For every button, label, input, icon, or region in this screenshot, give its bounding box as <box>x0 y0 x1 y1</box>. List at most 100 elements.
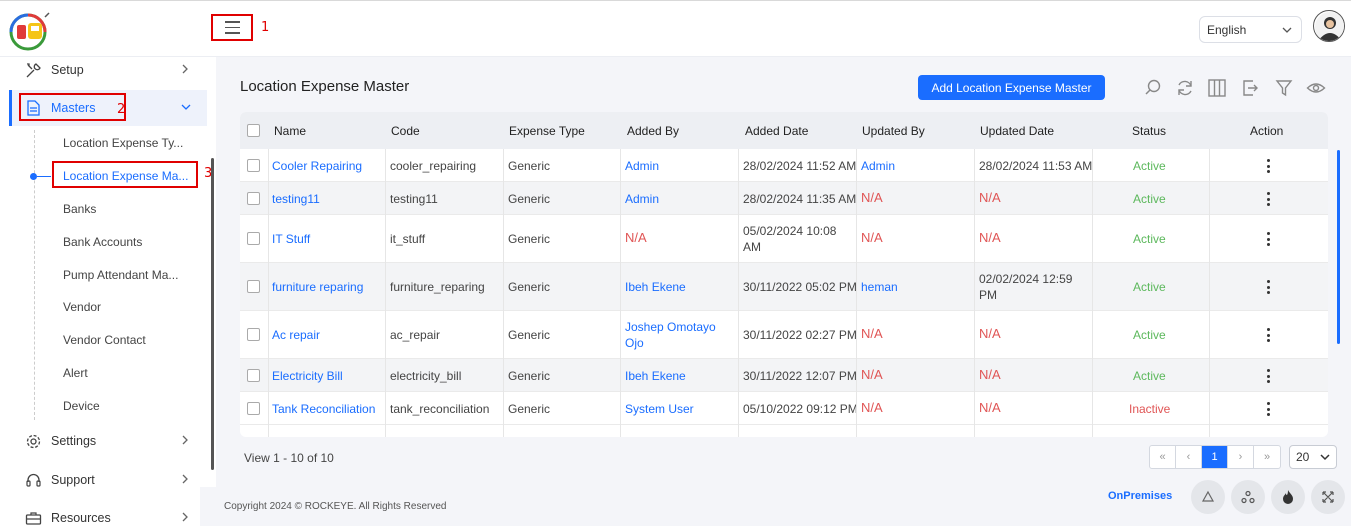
cell-updated-date: N/A <box>979 326 1001 341</box>
sidebar-item-support[interactable]: Support <box>0 465 205 495</box>
language-select[interactable]: English <box>1199 16 1302 43</box>
search-icon[interactable] <box>1143 78 1163 98</box>
cell-added-date: 28/02/2024 11:52 AM <box>743 159 857 173</box>
cell-expense-type: Generic <box>508 280 551 294</box>
column-header-added-date[interactable]: Added Date <box>745 124 808 138</box>
status-badge: Active <box>1133 192 1166 206</box>
column-header-updated-by[interactable]: Updated By <box>862 124 925 138</box>
cell-added-by[interactable]: Admin <box>625 191 659 207</box>
cell-added-by[interactable]: Admin <box>625 158 659 174</box>
submenu-bank-accounts[interactable]: Bank Accounts <box>63 235 142 249</box>
cell-code: testing11 <box>390 192 438 206</box>
app-logo[interactable] <box>7 9 51 53</box>
row-checkbox[interactable] <box>247 280 260 293</box>
status-badge: Active <box>1133 328 1166 342</box>
cell-name[interactable]: furniture reparing <box>272 279 363 295</box>
cell-updated-by[interactable]: heman <box>861 279 898 295</box>
expand-icon <box>1322 491 1334 503</box>
cell-name[interactable]: IT Stuff <box>272 231 310 247</box>
table-row: furniture reparing furniture_reparing Ge… <box>240 263 1328 311</box>
submenu-location-expense-type[interactable]: Location Expense Ty... <box>63 136 183 150</box>
select-all-checkbox[interactable] <box>247 124 260 137</box>
row-actions-menu[interactable] <box>1263 192 1273 206</box>
menu-toggle-button[interactable] <box>211 14 253 41</box>
column-header-name[interactable]: Name <box>274 124 306 138</box>
headset-icon <box>24 471 42 489</box>
submenu-pump-attendant[interactable]: Pump Attendant Ma... <box>63 268 178 282</box>
prev-page-button[interactable]: ‹ <box>1176 446 1202 468</box>
row-actions-menu[interactable] <box>1263 328 1273 342</box>
row-checkbox[interactable] <box>247 328 260 341</box>
chevron-right-icon <box>182 474 188 484</box>
language-value: English <box>1207 23 1247 37</box>
cell-added-date: 30/11/2022 12:07 PM <box>743 369 857 383</box>
cell-updated-by[interactable]: Admin <box>861 158 895 174</box>
status-badge: Inactive <box>1129 402 1171 416</box>
cell-name[interactable]: Electricity Bill <box>272 368 343 384</box>
row-actions-menu[interactable] <box>1263 369 1273 383</box>
row-actions-menu[interactable] <box>1263 159 1273 173</box>
row-checkbox[interactable] <box>247 159 260 172</box>
row-checkbox[interactable] <box>247 369 260 382</box>
submenu-device[interactable]: Device <box>63 399 100 413</box>
cell-name[interactable]: Cooler Repairing <box>272 158 362 174</box>
column-divider <box>738 149 739 437</box>
row-checkbox[interactable] <box>247 232 260 245</box>
deployment-mode-label: OnPremises <box>1108 490 1173 502</box>
last-page-button[interactable]: » <box>1254 446 1280 468</box>
row-checkbox[interactable] <box>247 402 260 415</box>
hot-features-button[interactable] <box>1271 480 1305 514</box>
user-avatar[interactable] <box>1313 10 1345 42</box>
columns-icon[interactable] <box>1207 78 1227 98</box>
submenu-alert[interactable]: Alert <box>63 366 88 380</box>
table-scrollbar[interactable] <box>1337 150 1340 344</box>
sidebar-item-resources[interactable]: Resources <box>0 503 205 526</box>
fullscreen-button[interactable] <box>1311 480 1345 514</box>
page-number-button[interactable]: 1 <box>1202 446 1228 468</box>
integrations-button[interactable] <box>1231 480 1265 514</box>
briefcase-icon <box>24 509 42 526</box>
submenu-vendor-contact[interactable]: Vendor Contact <box>63 333 146 347</box>
column-header-updated-date[interactable]: Updated Date <box>980 124 1054 138</box>
column-divider <box>268 149 269 437</box>
page-size-select[interactable]: 20 <box>1289 445 1337 469</box>
submenu-banks[interactable]: Banks <box>63 202 96 216</box>
cell-code: ac_repair <box>390 328 441 342</box>
cell-added-by[interactable]: System User <box>625 401 694 417</box>
row-actions-menu[interactable] <box>1263 402 1273 416</box>
column-header-status[interactable]: Status <box>1132 124 1166 138</box>
cell-name[interactable]: Ac repair <box>272 327 320 343</box>
active-indicator <box>30 173 37 180</box>
cell-name[interactable]: testing11 <box>272 191 320 207</box>
filter-icon[interactable] <box>1274 78 1294 98</box>
cell-updated-date: N/A <box>979 367 1001 382</box>
column-header-code[interactable]: Code <box>391 124 420 138</box>
column-header-expense-type[interactable]: Expense Type <box>509 124 585 138</box>
sidebar-scrollbar[interactable] <box>211 158 214 470</box>
row-actions-menu[interactable] <box>1263 280 1273 294</box>
sidebar: Setup Masters Settings Support Resources <box>0 57 216 526</box>
column-header-added-by[interactable]: Added By <box>627 124 679 138</box>
add-location-expense-master-button[interactable]: Add Location Expense Master <box>918 75 1105 100</box>
first-page-button[interactable]: « <box>1150 446 1176 468</box>
eye-icon[interactable] <box>1306 78 1326 98</box>
row-actions-menu[interactable] <box>1263 232 1273 246</box>
annotation-box-masters <box>19 93 126 121</box>
status-badge: Active <box>1133 232 1166 246</box>
cell-added-by[interactable]: Ibeh Ekene <box>625 279 686 295</box>
sidebar-item-settings[interactable]: Settings <box>0 426 205 456</box>
column-divider <box>503 149 504 437</box>
cell-added-by[interactable]: Joshep Omotayo Ojo <box>625 319 735 351</box>
recycle-button[interactable] <box>1191 480 1225 514</box>
cell-code: furniture_reparing <box>390 280 485 294</box>
cell-name[interactable]: Tank Reconciliation <box>272 401 375 417</box>
cell-added-by[interactable]: Ibeh Ekene <box>625 368 686 384</box>
row-checkbox[interactable] <box>247 192 260 205</box>
submenu-vendor[interactable]: Vendor <box>63 300 101 314</box>
column-divider <box>856 149 857 437</box>
refresh-icon[interactable] <box>1175 78 1195 98</box>
sidebar-item-setup[interactable]: Setup <box>0 55 205 85</box>
table-row: IT Stuff it_stuff Generic N/A 05/02/2024… <box>240 215 1328 263</box>
next-page-button[interactable]: › <box>1228 446 1254 468</box>
export-icon[interactable] <box>1240 78 1260 98</box>
